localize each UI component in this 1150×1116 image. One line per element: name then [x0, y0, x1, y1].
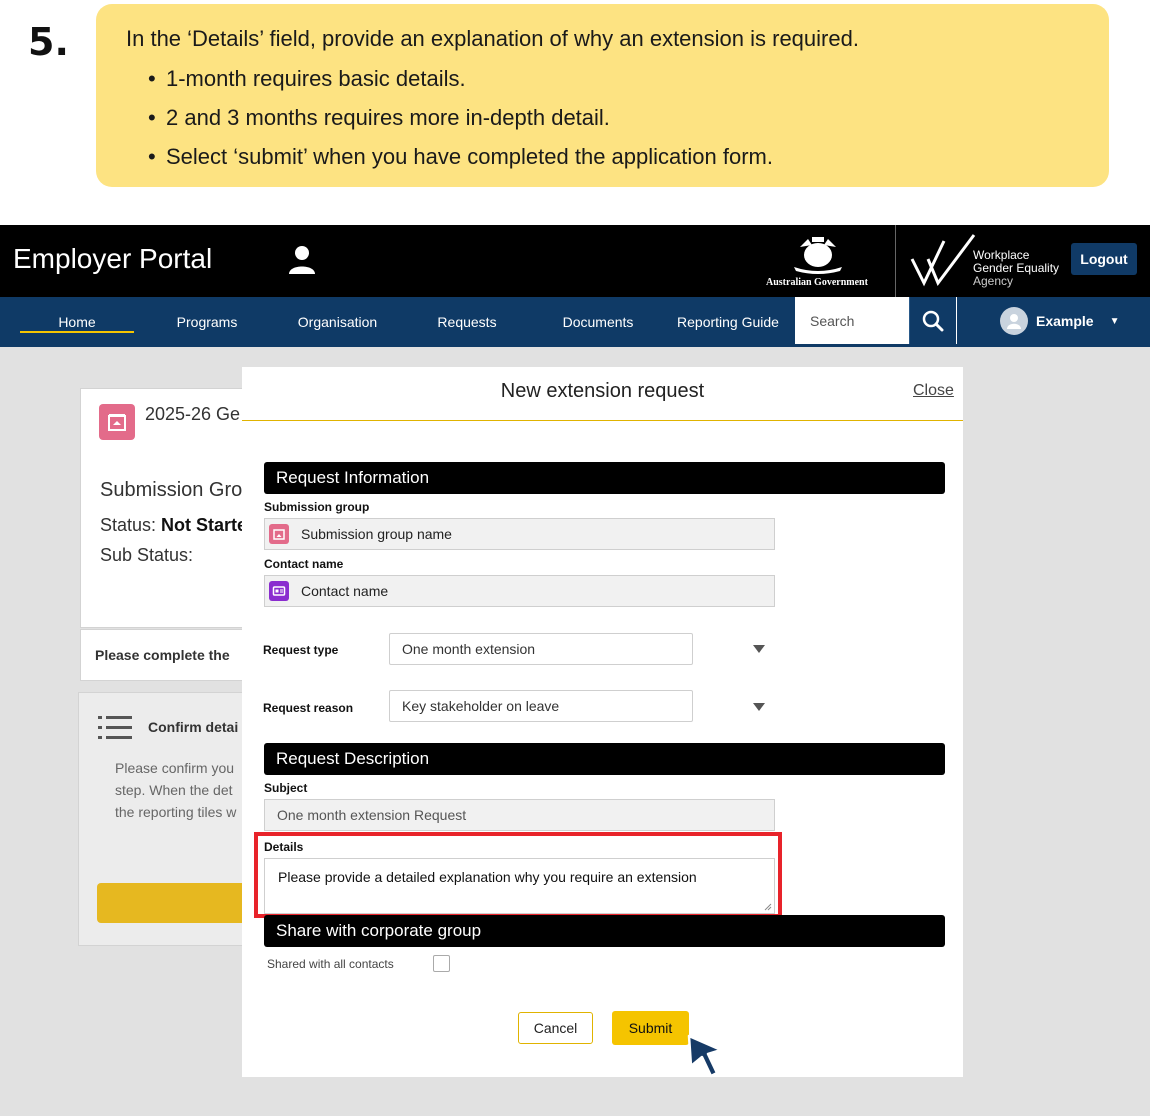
- program-card-icon: [99, 404, 135, 440]
- step-number: 5.: [28, 20, 69, 64]
- mouse-cursor-icon: [687, 1034, 723, 1078]
- wgea-logo-icon: [910, 234, 976, 287]
- instruction-bullets: 1-month requires basic details. 2 and 3 …: [148, 66, 1079, 170]
- shared-with-contacts-label: Shared with all contacts: [267, 957, 394, 971]
- details-label: Details: [264, 840, 304, 854]
- australian-government-text: Australian Government: [766, 277, 868, 288]
- section-request-description: Request Description: [264, 743, 945, 775]
- close-link[interactable]: Close: [913, 382, 954, 400]
- search-icon: [922, 310, 944, 331]
- status-line: Status: Not Starte: [100, 515, 247, 536]
- status-label: Status:: [100, 515, 157, 535]
- chevron-down-icon: ▼: [1109, 315, 1120, 327]
- modal-title: New extension request: [500, 380, 705, 402]
- contact-name-label: Contact name: [264, 557, 344, 571]
- nav-reporting-guide[interactable]: Reporting Guide: [672, 297, 784, 347]
- instruction-main-text: In the ‘Details’ field, provide an expla…: [126, 26, 859, 51]
- instruction-bullet: 1-month requires basic details.: [148, 66, 1079, 92]
- search-button[interactable]: [909, 297, 957, 344]
- active-nav-indicator: [20, 331, 134, 333]
- portal-title: Employer Portal: [13, 243, 213, 274]
- request-type-label: Request type: [263, 643, 339, 657]
- submission-group-icon: [269, 524, 289, 544]
- nav-programs[interactable]: Programs: [162, 297, 252, 347]
- user-icon[interactable]: [288, 245, 316, 275]
- details-value: Please provide a detailed explanation wh…: [278, 869, 697, 885]
- section-share-corporate-group: Share with corporate group: [264, 915, 945, 947]
- tutorial-slide: 5. In the ‘Details’ field, provide an ex…: [0, 0, 1150, 1116]
- details-textarea[interactable]: Please provide a detailed explanation wh…: [264, 858, 775, 914]
- request-reason-select[interactable]: Key stakeholder on leave: [389, 690, 693, 722]
- nav-documents[interactable]: Documents: [553, 297, 643, 347]
- program-card-title: 2025-26 Ge: [145, 404, 241, 424]
- nav-home[interactable]: Home: [20, 297, 134, 347]
- search-input[interactable]: Search: [795, 297, 909, 344]
- portal-header: Employer Portal Australian Government Wo…: [0, 225, 1150, 297]
- nav-requests[interactable]: Requests: [427, 297, 507, 347]
- instruction-bullet: 2 and 3 months requires more in-depth de…: [148, 105, 1079, 131]
- avatar: [1000, 307, 1028, 335]
- notice-banner: Please complete the: [80, 629, 260, 681]
- contact-name-field: Contact name: [264, 575, 775, 607]
- confirm-details-text: Please confirm you step. When the det th…: [115, 757, 255, 823]
- instruction-bullet: Select ‘submit’ when you have completed …: [148, 144, 1079, 170]
- wgea-logo-text: Workplace Gender Equality Agency: [973, 249, 1059, 288]
- contact-name-value: Contact name: [301, 583, 389, 599]
- confirm-details-title: Confirm detai: [148, 719, 239, 735]
- extension-request-modal: New extension request Close Request Info…: [242, 367, 963, 1077]
- contact-card-icon: [269, 581, 289, 601]
- header-divider: [895, 225, 896, 297]
- chevron-down-icon[interactable]: [753, 645, 765, 653]
- request-type-select[interactable]: One month extension: [389, 633, 693, 665]
- wgea-line-3: Agency: [973, 274, 1014, 288]
- list-icon: [98, 716, 132, 739]
- nav-organisation[interactable]: Organisation: [290, 297, 385, 347]
- section-request-information: Request Information: [264, 462, 945, 494]
- submission-group-value: Submission group name: [301, 526, 452, 542]
- submit-button[interactable]: Submit: [612, 1011, 689, 1045]
- resize-handle-icon[interactable]: [764, 903, 772, 911]
- confirm-line: the reporting tiles w: [115, 804, 237, 820]
- subject-field: One month extension Request: [264, 799, 775, 831]
- instruction-callout: In the ‘Details’ field, provide an expla…: [96, 4, 1109, 187]
- confirm-line: step. When the det: [115, 782, 233, 798]
- sub-status-label: Sub Status:: [100, 545, 194, 565]
- user-name: Example: [1036, 313, 1094, 329]
- request-reason-label: Request reason: [263, 701, 354, 715]
- logout-button[interactable]: Logout: [1071, 243, 1137, 275]
- main-nav: Home Programs Organisation Requests Docu…: [0, 297, 1150, 347]
- submission-group-heading: Submission Gro: [100, 479, 243, 501]
- user-menu[interactable]: Example ▼: [1000, 307, 1120, 335]
- avatar-user-icon: [1007, 314, 1021, 329]
- submission-group-label: Submission group: [264, 500, 370, 514]
- status-value: Not Starte: [161, 515, 248, 535]
- shared-with-contacts-checkbox[interactable]: [433, 955, 450, 972]
- cancel-button[interactable]: Cancel: [518, 1012, 593, 1044]
- modal-title-divider: [242, 420, 963, 421]
- chevron-down-icon[interactable]: [753, 703, 765, 711]
- submission-group-field: Submission group name: [264, 518, 775, 550]
- confirm-line: Please confirm you: [115, 760, 235, 776]
- subject-label: Subject: [264, 781, 308, 795]
- confirm-details-button[interactable]: [97, 883, 247, 923]
